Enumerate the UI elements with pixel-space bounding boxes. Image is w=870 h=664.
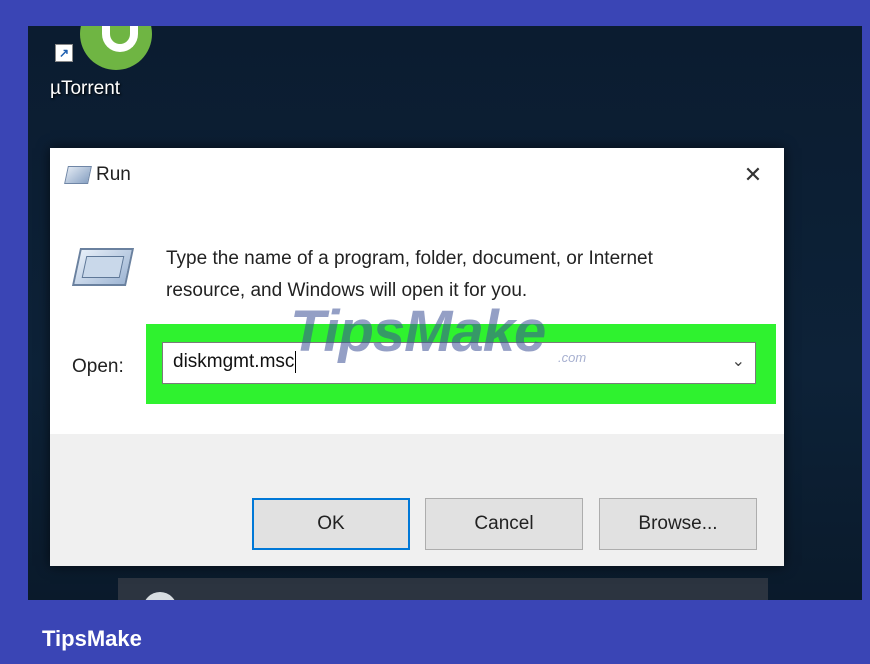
brand-logo-text: TipsMake	[42, 626, 142, 651]
close-button[interactable]: ✕	[736, 160, 770, 190]
run-title-icon	[64, 166, 92, 184]
run-dialog: Run ✕ Type the name of a program, folder…	[50, 148, 784, 566]
ok-button[interactable]: OK	[252, 498, 410, 550]
shortcut-arrow-icon: ↗	[55, 44, 73, 62]
browse-button[interactable]: Browse...	[599, 498, 757, 550]
dialog-title: Run	[96, 164, 131, 185]
chevron-down-icon[interactable]: ⌄	[732, 351, 745, 371]
screenshot-frame: ↗ µTorrent Run ✕ Type the name of a prog…	[28, 26, 862, 600]
open-input[interactable]: diskmgmt.msc	[173, 351, 297, 373]
dialog-titlebar[interactable]: Run ✕	[50, 148, 784, 204]
desktop-icon-label: µTorrent	[50, 78, 121, 99]
run-program-icon	[71, 248, 135, 286]
taskbar-strip	[118, 578, 768, 600]
watermark-suffix: .com	[558, 350, 587, 365]
utorrent-logo-icon	[80, 26, 152, 70]
desktop-shortcut-utorrent[interactable]: ↗ µTorrent	[50, 26, 152, 106]
cancel-button[interactable]: Cancel	[425, 498, 583, 550]
open-label: Open:	[72, 356, 124, 377]
open-combobox[interactable]: diskmgmt.msc ⌄	[162, 342, 756, 384]
dialog-description: Type the name of a program, folder, docu…	[166, 248, 653, 301]
